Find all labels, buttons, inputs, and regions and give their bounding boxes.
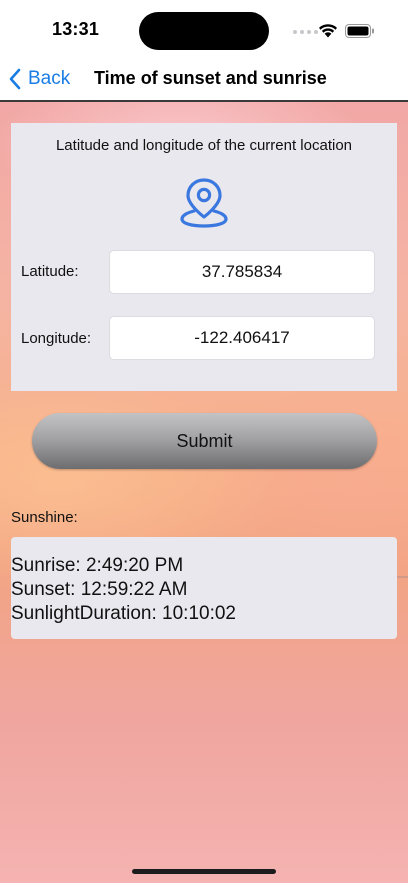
- navigation-bar: Back Time of sunset and sunrise: [0, 58, 408, 102]
- chevron-left-icon: [9, 68, 21, 90]
- submit-label: Submit: [176, 430, 233, 451]
- longitude-label: Longitude:: [21, 330, 92, 347]
- submit-button[interactable]: Submit: [32, 413, 377, 469]
- wifi-icon: [319, 24, 337, 38]
- location-pin-icon: [180, 178, 228, 228]
- home-indicator[interactable]: [132, 869, 276, 874]
- sunrise-text: Sunrise: 2:49:20 PM: [11, 555, 184, 576]
- status-bar: 13:31: [0, 0, 408, 58]
- page-title: Time of sunset and sunrise: [94, 68, 327, 88]
- dynamic-island: [139, 12, 269, 50]
- latitude-label: Latitude:: [21, 263, 79, 280]
- sunlight-duration-text: SunlightDuration: 10:10:02: [11, 603, 236, 624]
- sunshine-label: Sunshine:: [11, 509, 78, 526]
- latitude-input[interactable]: [109, 250, 375, 294]
- location-card: Latitude and longitude of the current lo…: [11, 123, 397, 391]
- status-time: 13:31: [52, 19, 100, 39]
- back-label: Back: [28, 68, 71, 89]
- sunset-text: Sunset: 12:59:22 AM: [11, 579, 188, 600]
- longitude-input[interactable]: [109, 316, 375, 360]
- location-heading: Latitude and longitude of the current lo…: [55, 137, 353, 154]
- battery-icon: [345, 24, 374, 38]
- cellular-signal-icon: [293, 30, 318, 34]
- sunshine-result-card: Sunrise: 2:49:20 PM Sunset: 12:59:22 AM …: [11, 537, 397, 639]
- back-button[interactable]: Back: [8, 66, 70, 92]
